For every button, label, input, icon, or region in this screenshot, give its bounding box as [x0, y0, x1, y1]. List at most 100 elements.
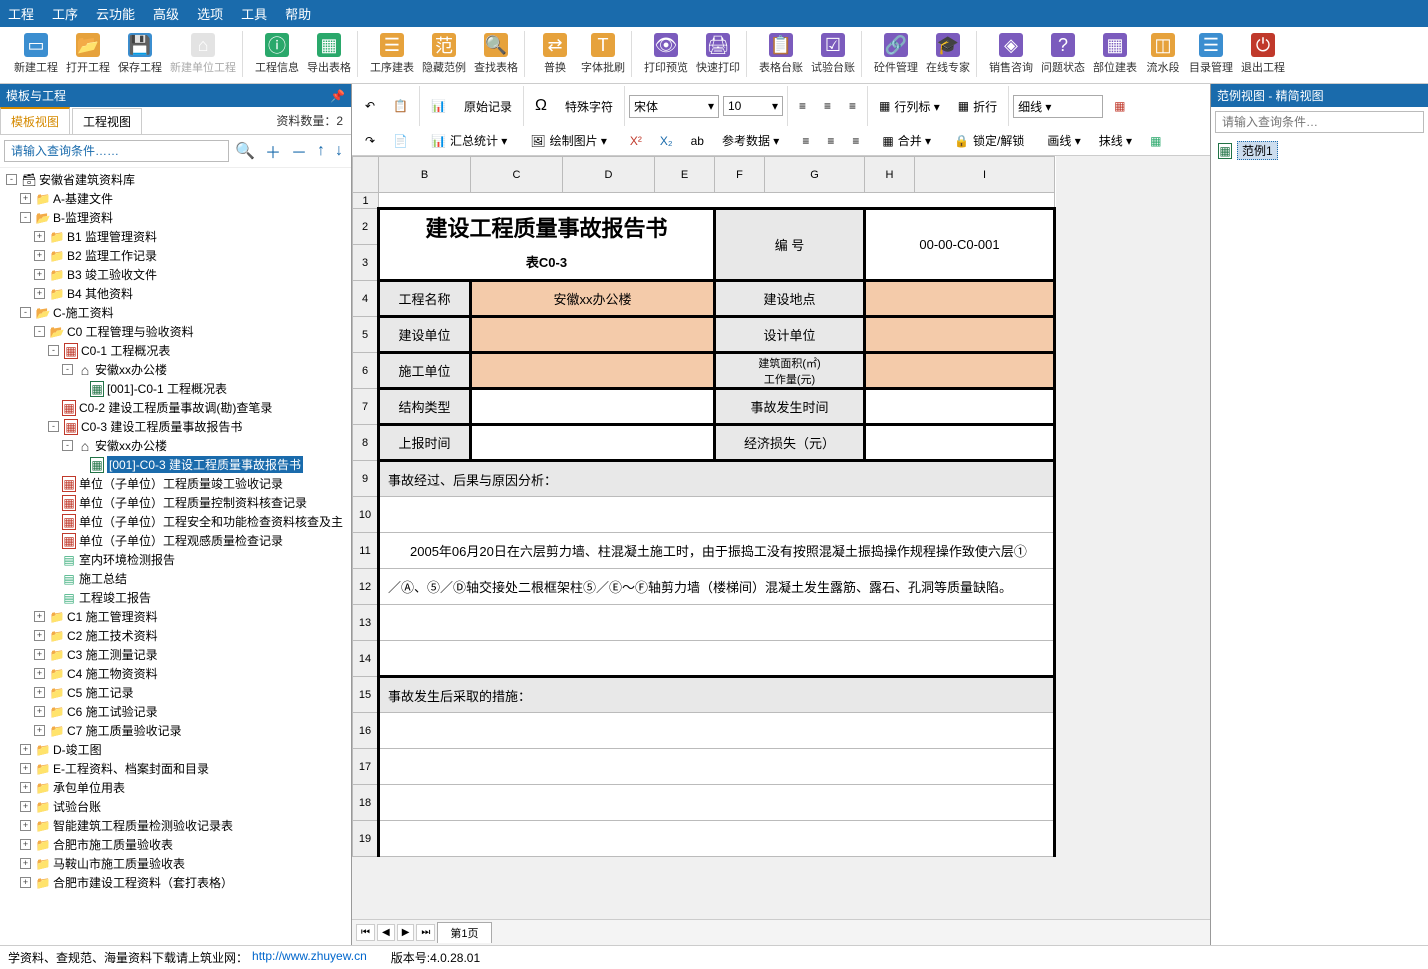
strike-btn[interactable]: ab	[684, 130, 711, 152]
tree-i[interactable]: +合肥市施工质量验收表	[20, 835, 349, 854]
tree-e[interactable]: +E-工程资料、档案封面和目录	[20, 759, 349, 778]
tree-b[interactable]: -B-监理资料	[20, 208, 349, 227]
align-left-btn[interactable]: ≡	[792, 95, 813, 117]
tree-c5[interactable]: +C5 施工记录	[34, 683, 349, 702]
tree-k[interactable]: +合肥市建设工程资料（套打表格）	[20, 873, 349, 892]
collapse-all-icon[interactable]: －	[287, 139, 311, 163]
draw-line-btn[interactable]: 画线 ▾	[1040, 128, 1087, 153]
tree-c03b-selected[interactable]: [001]-C0-3 建设工程质量事故报告书	[76, 455, 349, 474]
menu-help[interactable]: 帮助	[285, 4, 311, 23]
tree-c03[interactable]: -C0-3 建设工程质量事故报告书	[48, 417, 349, 436]
raw-record-btn[interactable]: 原始记录	[457, 94, 519, 119]
search-icon[interactable]: 🔍	[231, 141, 259, 161]
size-select[interactable]: 10▾	[723, 96, 783, 116]
pin-icon[interactable]: 📌	[330, 89, 345, 103]
align-right-btn[interactable]: ≡	[842, 95, 863, 117]
tree-c1[interactable]: +C1 施工管理资料	[34, 607, 349, 626]
special-char-btn[interactable]: 特殊字符	[558, 94, 620, 119]
menu-cloud[interactable]: 云功能	[96, 4, 135, 23]
question-status[interactable]: ?问题状态	[1039, 31, 1087, 77]
menu-project[interactable]: 工程	[8, 4, 34, 23]
font-brush[interactable]: T字体批刷	[579, 31, 627, 77]
tree-c01[interactable]: -C0-1 工程概况表	[48, 341, 349, 360]
tree-c6[interactable]: +C6 施工试验记录	[34, 702, 349, 721]
tree-j[interactable]: +马鞍山市施工质量验收表	[20, 854, 349, 873]
tree-c3[interactable]: +C3 施工测量记录	[34, 645, 349, 664]
tree-u7[interactable]: 工程竣工报告	[48, 588, 349, 607]
sheet-prev[interactable]: ◀	[377, 924, 395, 941]
tree-c4[interactable]: +C4 施工物资资料	[34, 664, 349, 683]
test-ledger[interactable]: ☑试验台账	[809, 31, 857, 77]
example-search-input[interactable]	[1215, 111, 1424, 133]
tree-b2[interactable]: +B2 监理工作记录	[34, 246, 349, 265]
new-project[interactable]: ▭新建工程	[12, 31, 60, 77]
tree-c0[interactable]: -C0 工程管理与验收资料	[34, 322, 349, 341]
project-info[interactable]: ⓘ工程信息	[253, 31, 301, 77]
grid2-btn[interactable]: ▦	[1143, 130, 1168, 152]
print-preview[interactable]: 👁打印预览	[642, 31, 690, 77]
save-project[interactable]: 💾保存工程	[116, 31, 164, 77]
lock-btn[interactable]: 🔒 锁定/解锁	[947, 128, 1031, 153]
move-up-icon[interactable]: ↑	[313, 142, 329, 160]
menu-advanced[interactable]: 高级	[153, 4, 179, 23]
line-style-select[interactable]: 细线 ▾	[1013, 95, 1103, 118]
dir-manage[interactable]: ☰目录管理	[1187, 31, 1235, 77]
table-ledger[interactable]: 📋表格台账	[757, 31, 805, 77]
menu-tools[interactable]: 工具	[241, 4, 267, 23]
sheet-last[interactable]: ⏭	[416, 924, 435, 941]
tree-d[interactable]: +D-竣工图	[20, 740, 349, 759]
tree-b3[interactable]: +B3 竣工验收文件	[34, 265, 349, 284]
sales-consult[interactable]: ◈销售咨询	[987, 31, 1035, 77]
menu-options[interactable]: 选项	[197, 4, 223, 23]
tree-c7[interactable]: +C7 施工质量验收记录	[34, 721, 349, 740]
draw-img-btn[interactable]: 🖼 绘制图片 ▾	[523, 128, 614, 153]
flow-section[interactable]: ◫流水段	[1143, 31, 1183, 77]
omega-btn[interactable]: Ω	[528, 93, 554, 119]
undo-btn[interactable]: ↶	[358, 95, 382, 117]
tree-h[interactable]: +智能建筑工程质量检测验收记录表	[20, 816, 349, 835]
tree-u2[interactable]: 单位（子单位）工程质量控制资料核查记录	[48, 493, 349, 512]
open-project[interactable]: 📂打开工程	[64, 31, 112, 77]
sup-btn[interactable]: X²	[623, 130, 649, 152]
font-select[interactable]: 宋体▾	[629, 95, 719, 118]
menu-process[interactable]: 工序	[52, 4, 78, 23]
sheet-next[interactable]: ▶	[397, 924, 415, 941]
part-build[interactable]: ▦部位建表	[1091, 31, 1139, 77]
sheet-first[interactable]: ⏮	[356, 924, 375, 941]
merge-btn[interactable]: ▦ 合并 ▾	[875, 128, 938, 153]
tree-c03a[interactable]: -安徽xx办公楼	[62, 436, 349, 455]
tree-b4[interactable]: +B4 其他资料	[34, 284, 349, 303]
valign-top-btn[interactable]: ≡	[795, 130, 816, 152]
sub-btn[interactable]: X₂	[653, 130, 680, 152]
grid1-btn[interactable]: ▦	[1107, 95, 1132, 117]
redo-btn[interactable]: ↷	[358, 130, 382, 152]
align-center-btn[interactable]: ≡	[817, 95, 838, 117]
status-link[interactable]: http://www.zhuyew.cn	[252, 949, 367, 966]
quick-print[interactable]: 🖨快速打印	[694, 31, 742, 77]
sheet-tab-1[interactable]: 第1页	[437, 922, 491, 943]
expand-all-icon[interactable]: ＋	[261, 139, 285, 163]
tree-c01a[interactable]: -安徽xx办公楼	[62, 360, 349, 379]
rowcol-btn[interactable]: ▦ 行列标 ▾	[872, 94, 947, 119]
hide-example[interactable]: 范隐藏范例	[420, 31, 468, 77]
ref-data-btn[interactable]: 参考数据 ▾	[715, 128, 786, 153]
tree-c[interactable]: -C-施工资料	[20, 303, 349, 322]
spreadsheet[interactable]: BCDEFGHI 1 2建设工程质量事故报告书编 号00-00-C0-001 3…	[352, 156, 1210, 919]
exit[interactable]: ⏻退出工程	[1239, 31, 1287, 77]
copy-btn[interactable]: 📋	[386, 95, 415, 117]
tree-g[interactable]: +试验台账	[20, 797, 349, 816]
tree-u1[interactable]: 单位（子单位）工程质量竣工验收记录	[48, 474, 349, 493]
example-item-1[interactable]: 范例1	[1217, 139, 1422, 162]
tree-a[interactable]: +A-基建文件	[20, 189, 349, 208]
valign-mid-btn[interactable]: ≡	[820, 130, 841, 152]
tree-c01b[interactable]: [001]-C0-1 工程概况表	[76, 379, 349, 398]
valign-bot-btn[interactable]: ≡	[845, 130, 866, 152]
tree-u6[interactable]: 施工总结	[48, 569, 349, 588]
tab-template-view[interactable]: 模板视图	[0, 107, 70, 134]
online-expert[interactable]: 🎓在线专家	[924, 31, 972, 77]
search-table[interactable]: 🔍查找表格	[472, 31, 520, 77]
tree-b1[interactable]: +B1 监理管理资料	[34, 227, 349, 246]
tree-search-input[interactable]	[4, 140, 229, 162]
tree-u5[interactable]: 室内环境检测报告	[48, 550, 349, 569]
new-unit[interactable]: ⌂新建单位工程	[168, 31, 238, 77]
